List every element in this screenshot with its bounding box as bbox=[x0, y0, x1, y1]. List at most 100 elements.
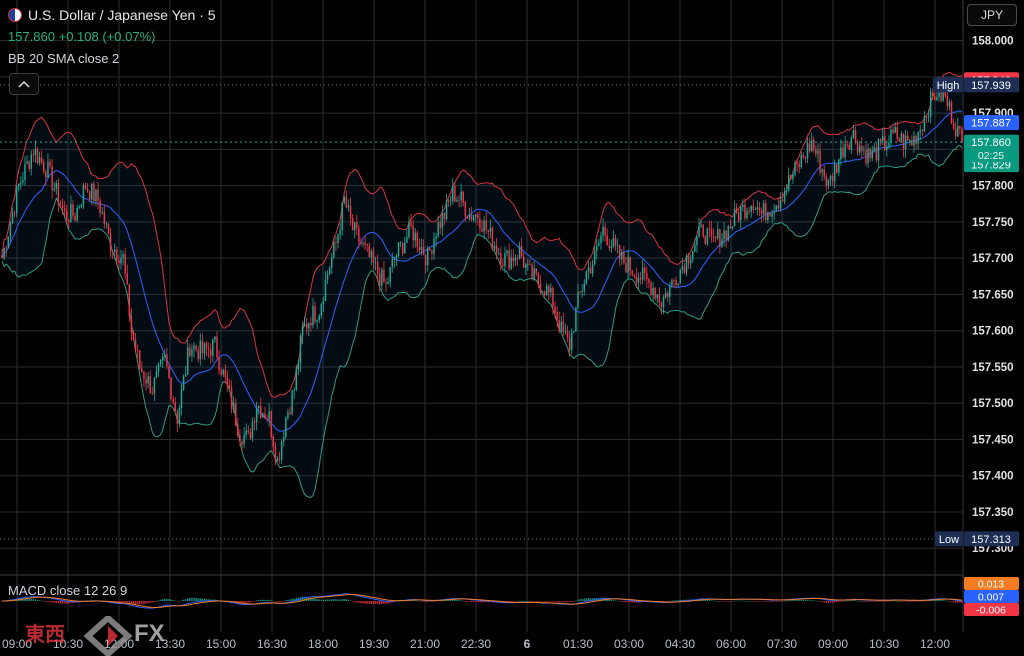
macd-histogram-bar bbox=[773, 601, 775, 602]
candle-body bbox=[746, 211, 748, 219]
candle-body bbox=[537, 273, 540, 284]
candle-body bbox=[909, 140, 911, 141]
macd-histogram-bar bbox=[621, 601, 623, 602]
macd-histogram-bar bbox=[858, 600, 861, 602]
candle-body bbox=[516, 257, 519, 259]
candle-body bbox=[253, 421, 256, 423]
candle-body bbox=[500, 253, 502, 265]
candle-body bbox=[817, 150, 819, 154]
candle-body bbox=[836, 164, 838, 173]
candle-body bbox=[247, 430, 250, 433]
candle-body bbox=[331, 257, 333, 269]
macd-histogram-bar bbox=[38, 600, 41, 601]
macd-histogram-bar bbox=[514, 601, 517, 602]
price-axis-label: 157.450 bbox=[972, 434, 1014, 446]
candle-body bbox=[568, 337, 571, 351]
candle-body bbox=[921, 130, 924, 132]
candle-body bbox=[481, 228, 483, 232]
macd-histogram-bar bbox=[865, 601, 867, 602]
candle-body bbox=[289, 412, 291, 414]
macd-histogram-bar bbox=[790, 600, 792, 601]
candle-body bbox=[51, 166, 53, 191]
macd-histogram-bar bbox=[470, 601, 473, 603]
macd-histogram-bar bbox=[825, 601, 828, 603]
candle-body bbox=[40, 157, 43, 163]
macd-histogram-bar bbox=[249, 601, 252, 603]
candle-body bbox=[101, 212, 103, 214]
macd-histogram-bar bbox=[541, 601, 544, 602]
candle-body bbox=[345, 196, 348, 208]
candle-body bbox=[341, 202, 343, 231]
collapse-legend-button[interactable] bbox=[9, 73, 39, 95]
currency-button[interactable]: JPY bbox=[967, 4, 1017, 26]
candle-body bbox=[587, 267, 590, 272]
candle-body bbox=[658, 294, 661, 303]
macd-histogram-bar bbox=[537, 601, 540, 602]
macd-histogram-bar bbox=[892, 600, 894, 602]
candle-body bbox=[650, 282, 652, 296]
macd-histogram-bar bbox=[174, 600, 176, 602]
macd-histogram-bar bbox=[579, 599, 581, 601]
candle-body bbox=[122, 254, 124, 258]
macd-histogram-bar bbox=[272, 600, 275, 602]
candle-body bbox=[959, 125, 961, 129]
candle-body bbox=[239, 435, 241, 442]
macd-histogram-bar bbox=[794, 599, 796, 601]
candle-body bbox=[531, 264, 533, 279]
candle-body bbox=[704, 236, 707, 244]
symbol-title[interactable]: U.S. Dollar / Japanese Yen · 5 bbox=[8, 7, 216, 23]
macd-histogram-bar bbox=[548, 601, 550, 602]
candle-body bbox=[257, 405, 260, 409]
price-axis-label: 157.500 bbox=[972, 398, 1014, 410]
candle-body bbox=[831, 176, 834, 182]
macd-histogram-bar bbox=[130, 601, 133, 604]
macd-histogram-bar bbox=[754, 601, 757, 602]
candle-body bbox=[489, 227, 492, 232]
candle-body bbox=[767, 212, 769, 220]
macd-histogram-bar bbox=[291, 598, 293, 601]
indicator-legend-bb[interactable]: BB 20 SMA close 2 bbox=[8, 51, 119, 66]
candle-body bbox=[366, 244, 368, 246]
candle-body bbox=[844, 144, 846, 158]
macd-histogram-bar bbox=[178, 600, 181, 602]
candle-body bbox=[727, 226, 729, 241]
candle-body bbox=[280, 441, 283, 460]
macd-histogram-bar bbox=[247, 601, 250, 603]
candle-body bbox=[698, 226, 700, 237]
macd-histogram-bar bbox=[134, 601, 137, 605]
candle-body bbox=[556, 312, 558, 321]
candle-body bbox=[936, 97, 938, 101]
candle-body bbox=[197, 350, 199, 359]
macd-histogram-bar bbox=[155, 601, 158, 602]
candle-body bbox=[466, 216, 469, 219]
candle-body bbox=[170, 377, 172, 400]
candle-body bbox=[456, 199, 458, 202]
candle-body bbox=[416, 232, 419, 248]
macd-histogram-bar bbox=[760, 601, 763, 602]
candle-body bbox=[744, 204, 746, 219]
macd-histogram-bar bbox=[424, 601, 427, 602]
candle-body bbox=[274, 446, 277, 462]
candle-body bbox=[358, 228, 360, 242]
macd-histogram-bar bbox=[349, 600, 352, 602]
candle-body bbox=[145, 379, 147, 384]
candle-body bbox=[948, 102, 951, 107]
price-chart[interactable]: 158.000157.950157.900157.850157.800157.7… bbox=[0, 0, 1024, 656]
macd-histogram-bar bbox=[798, 599, 800, 601]
candle-body bbox=[648, 279, 650, 283]
candle-body bbox=[783, 191, 786, 202]
candle-body bbox=[32, 154, 35, 156]
candle-body bbox=[205, 343, 208, 349]
candle-body bbox=[689, 259, 692, 264]
macd-histogram-bar bbox=[614, 600, 617, 602]
candle-body bbox=[541, 291, 544, 293]
candle-body bbox=[91, 183, 93, 200]
candle-body bbox=[103, 212, 106, 225]
candle-body bbox=[447, 200, 450, 202]
macd-histogram-bar bbox=[32, 599, 35, 601]
candle-body bbox=[833, 164, 836, 182]
price-axis-label: 157.550 bbox=[972, 362, 1014, 374]
macd-histogram-bar bbox=[952, 601, 955, 603]
indicator-legend-macd[interactable]: MACD close 12 26 9 bbox=[8, 583, 127, 598]
candle-body bbox=[906, 135, 909, 141]
